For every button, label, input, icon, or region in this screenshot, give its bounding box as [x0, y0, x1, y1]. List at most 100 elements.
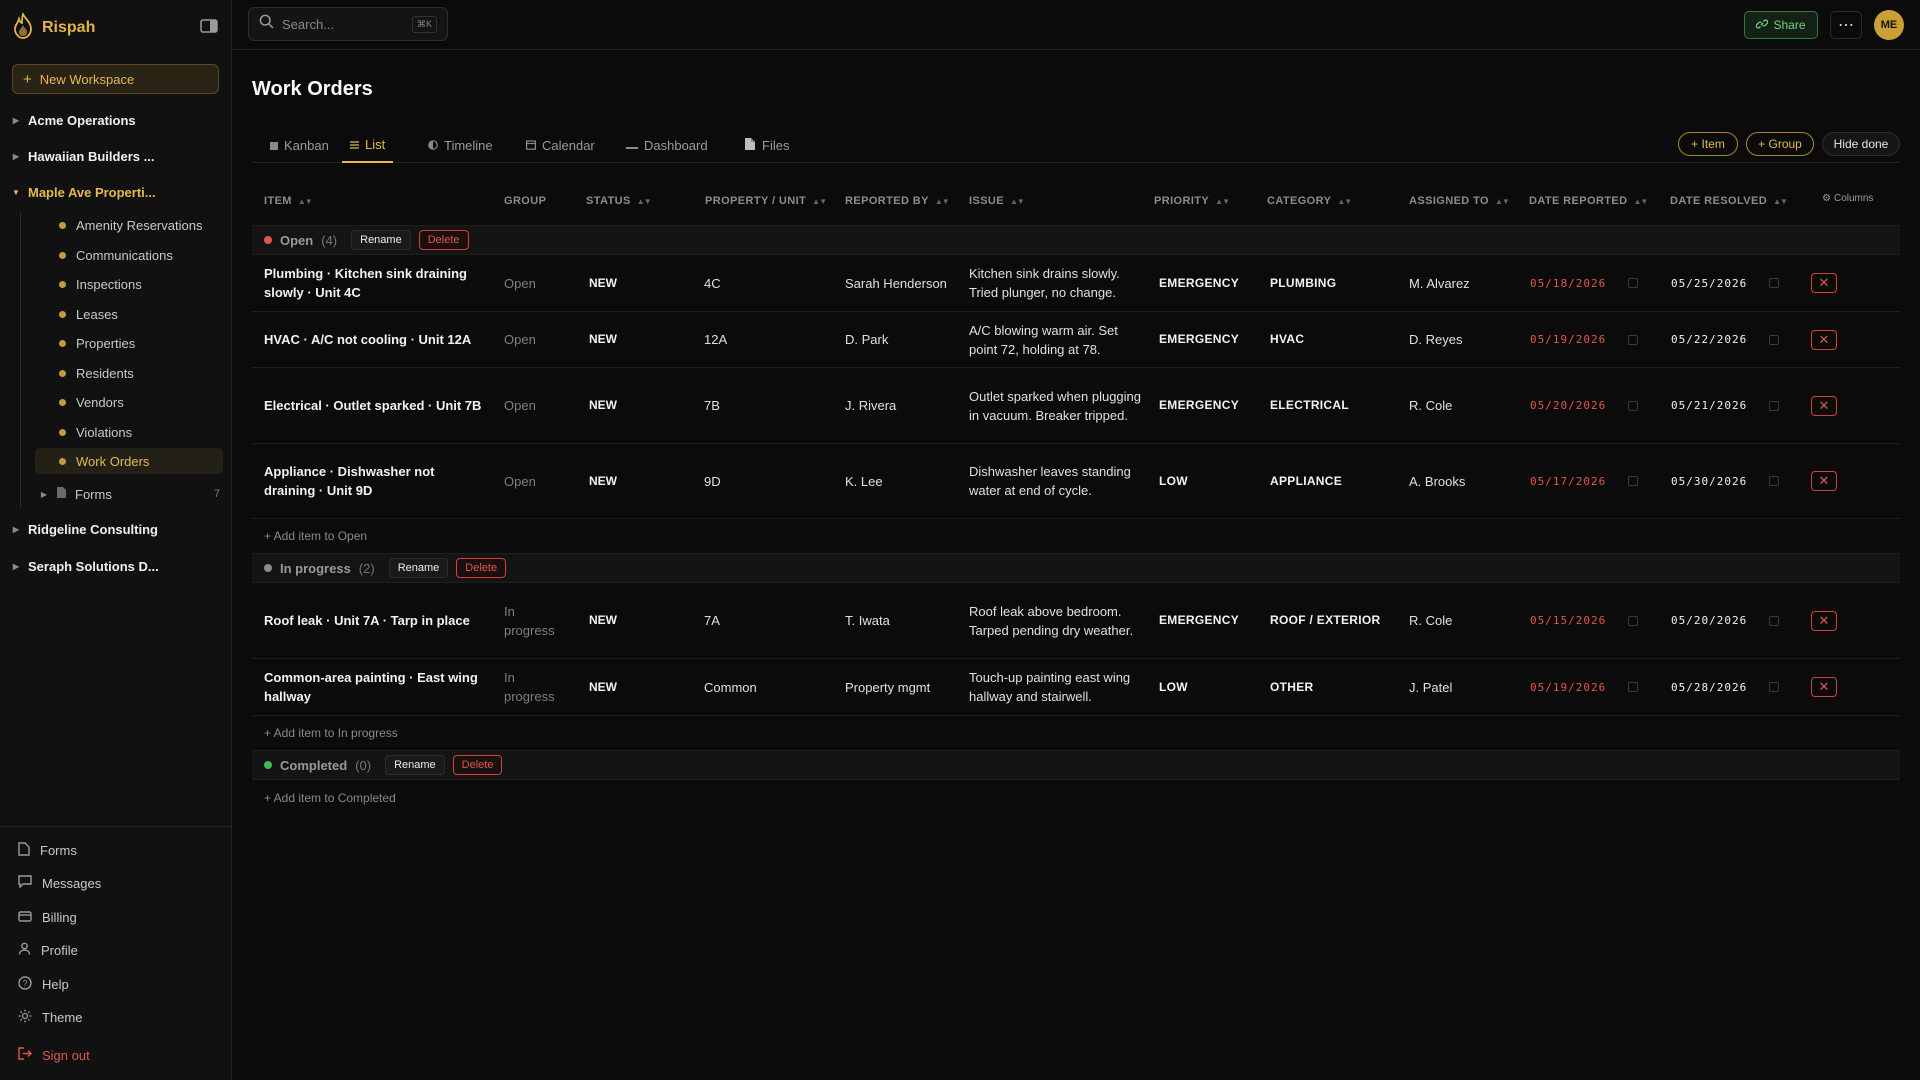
- cell-status[interactable]: NEW: [589, 659, 689, 715]
- cell-reported-by[interactable]: T. Iwata: [845, 583, 955, 658]
- calendar-icon[interactable]: [1628, 278, 1639, 288]
- nav-messages[interactable]: Messages: [18, 872, 101, 894]
- cell-reported-by[interactable]: Sarah Henderson: [845, 255, 955, 311]
- calendar-icon[interactable]: [1769, 615, 1780, 626]
- board-inspections[interactable]: Inspections: [35, 271, 223, 297]
- nav-billing[interactable]: Billing: [18, 906, 77, 928]
- table-row[interactable]: Electrical · Outlet sparked · Unit 7B Op…: [252, 368, 1900, 444]
- calendar-icon[interactable]: [1628, 476, 1639, 486]
- brand[interactable]: Rispah: [12, 10, 95, 42]
- cell-property-unit[interactable]: 7A: [704, 583, 834, 658]
- hide-done-button[interactable]: Hide done: [1822, 132, 1900, 156]
- column-header-issue[interactable]: ISSUE ▲▼: [969, 193, 1025, 209]
- cell-assigned-to[interactable]: R. Cole: [1409, 368, 1519, 443]
- cell-category[interactable]: APPLIANCE: [1270, 444, 1400, 518]
- cell-assigned-to[interactable]: D. Reyes: [1409, 312, 1519, 367]
- cell-property-unit[interactable]: 4C: [704, 255, 834, 311]
- workspace-ridgeline-consulting[interactable]: ▶ Ridgeline Consulting: [12, 517, 222, 541]
- cell-priority[interactable]: EMERGENCY: [1159, 583, 1259, 658]
- column-header-priority[interactable]: PRIORITY ▲▼: [1154, 193, 1230, 209]
- sidebar-forms-folder[interactable]: ▶ Forms 7: [40, 484, 220, 504]
- calendar-icon[interactable]: [1769, 278, 1780, 288]
- column-header-status[interactable]: STATUS ▲▼: [586, 193, 652, 209]
- cell-reported-by[interactable]: D. Park: [845, 312, 955, 367]
- more-options-button[interactable]: ⋯: [1830, 11, 1862, 39]
- workspace-acme-operations[interactable]: ▶ Acme Operations: [12, 108, 222, 132]
- cell-category[interactable]: HVAC: [1270, 312, 1400, 367]
- board-work-orders[interactable]: Work Orders: [35, 448, 223, 474]
- table-row[interactable]: Roof leak · Unit 7A · Tarp in place In p…: [252, 583, 1900, 659]
- cell-status[interactable]: NEW: [589, 255, 689, 311]
- rename-group-button[interactable]: Rename: [351, 230, 411, 250]
- column-header-date-resolved[interactable]: DATE RESOLVED ▲▼: [1670, 193, 1788, 209]
- cell-assigned-to[interactable]: A. Brooks: [1409, 444, 1519, 518]
- cell-priority[interactable]: EMERGENCY: [1159, 312, 1259, 367]
- cell-assigned-to[interactable]: J. Patel: [1409, 659, 1519, 715]
- cell-date-reported[interactable]: 05/19/2026: [1530, 312, 1640, 367]
- board-violations[interactable]: Violations: [35, 419, 223, 445]
- cell-assigned-to[interactable]: R. Cole: [1409, 583, 1519, 658]
- calendar-icon[interactable]: [1769, 682, 1780, 692]
- calendar-icon[interactable]: [1628, 615, 1639, 626]
- delete-group-button[interactable]: Delete: [452, 755, 503, 775]
- cell-priority[interactable]: LOW: [1159, 659, 1259, 715]
- nav-sign-out[interactable]: Sign out: [18, 1044, 90, 1066]
- board-communications[interactable]: Communications: [35, 242, 223, 268]
- search-input[interactable]: [282, 16, 402, 32]
- delete-group-button[interactable]: Delete: [418, 230, 469, 250]
- cell-item[interactable]: Common-area painting · East wing hallway: [264, 659, 489, 715]
- cell-item[interactable]: Appliance · Dishwasher not draining · Un…: [264, 444, 489, 518]
- cell-issue[interactable]: Kitchen sink drains slowly. Tried plunge…: [969, 255, 1144, 311]
- cell-date-reported[interactable]: 05/15/2026: [1530, 583, 1640, 658]
- cell-status[interactable]: NEW: [589, 312, 689, 367]
- workspace-maple-ave-properties[interactable]: ▼ Maple Ave Properti...: [12, 180, 222, 204]
- cell-reported-by[interactable]: J. Rivera: [845, 368, 955, 443]
- nav-theme[interactable]: Theme: [18, 1006, 82, 1028]
- calendar-icon[interactable]: [1769, 334, 1780, 345]
- add-item-in-progress-link[interactable]: + Add item to In progress: [264, 726, 398, 740]
- cell-date-resolved[interactable]: 05/22/2026: [1671, 312, 1781, 367]
- cell-item[interactable]: Roof leak · Unit 7A · Tarp in place: [264, 583, 489, 658]
- cell-issue[interactable]: Outlet sparked when plugging in vacuum. …: [969, 368, 1144, 443]
- cell-date-resolved[interactable]: 05/30/2026: [1671, 444, 1781, 518]
- board-leases[interactable]: Leases: [35, 301, 223, 327]
- column-header-property-unit[interactable]: PROPERTY / UNIT ▲▼: [705, 193, 827, 209]
- delete-row-button[interactable]: ✕: [1811, 610, 1837, 631]
- cell-date-resolved[interactable]: 05/20/2026: [1671, 583, 1781, 658]
- cell-property-unit[interactable]: Common: [704, 659, 834, 715]
- table-row[interactable]: Appliance · Dishwasher not draining · Un…: [252, 444, 1900, 519]
- add-item-completed-link[interactable]: + Add item to Completed: [264, 791, 396, 805]
- cell-issue[interactable]: Dishwasher leaves standing water at end …: [969, 444, 1144, 518]
- column-header-date-reported[interactable]: DATE REPORTED ▲▼: [1529, 193, 1648, 209]
- avatar[interactable]: ME: [1874, 10, 1904, 40]
- column-header-reported-by[interactable]: REPORTED BY ▲▼: [845, 193, 950, 209]
- column-header-assigned-to[interactable]: ASSIGNED TO ▲▼: [1409, 193, 1510, 209]
- cell-property-unit[interactable]: 9D: [704, 444, 834, 518]
- cell-priority[interactable]: EMERGENCY: [1159, 368, 1259, 443]
- board-vendors[interactable]: Vendors: [35, 389, 223, 415]
- share-button[interactable]: Share: [1744, 11, 1818, 39]
- cell-item[interactable]: Electrical · Outlet sparked · Unit 7B: [264, 368, 489, 443]
- cell-reported-by[interactable]: Property mgmt: [845, 659, 955, 715]
- column-header-item[interactable]: ITEM ▲▼: [264, 193, 313, 209]
- calendar-icon[interactable]: [1769, 476, 1780, 486]
- cell-date-reported[interactable]: 05/19/2026: [1530, 659, 1640, 715]
- calendar-icon[interactable]: [1769, 400, 1780, 411]
- nav-help[interactable]: ? Help: [18, 973, 69, 995]
- cell-issue[interactable]: Roof leak above bedroom. Tarped pending …: [969, 583, 1144, 658]
- cell-priority[interactable]: LOW: [1159, 444, 1259, 518]
- table-row[interactable]: Plumbing · Kitchen sink draining slowly …: [252, 255, 1900, 312]
- cell-date-resolved[interactable]: 05/21/2026: [1671, 368, 1781, 443]
- search-box[interactable]: ⌘K: [248, 7, 448, 41]
- cell-category[interactable]: OTHER: [1270, 659, 1400, 715]
- table-row[interactable]: HVAC · A/C not cooling · Unit 12A Open N…: [252, 312, 1900, 368]
- rename-group-button[interactable]: Rename: [388, 558, 449, 578]
- tab-timeline[interactable]: Timeline: [420, 128, 501, 162]
- delete-row-button[interactable]: ✕: [1811, 677, 1837, 697]
- nav-profile[interactable]: Profile: [18, 939, 78, 961]
- columns-button[interactable]: ⚙ Columns: [1822, 193, 1873, 204]
- nav-forms[interactable]: Forms: [18, 839, 77, 861]
- table-row[interactable]: Common-area painting · East wing hallway…: [252, 659, 1900, 716]
- cell-category[interactable]: ELECTRICAL: [1270, 368, 1400, 443]
- board-amenity-reservations[interactable]: Amenity Reservations: [35, 212, 223, 238]
